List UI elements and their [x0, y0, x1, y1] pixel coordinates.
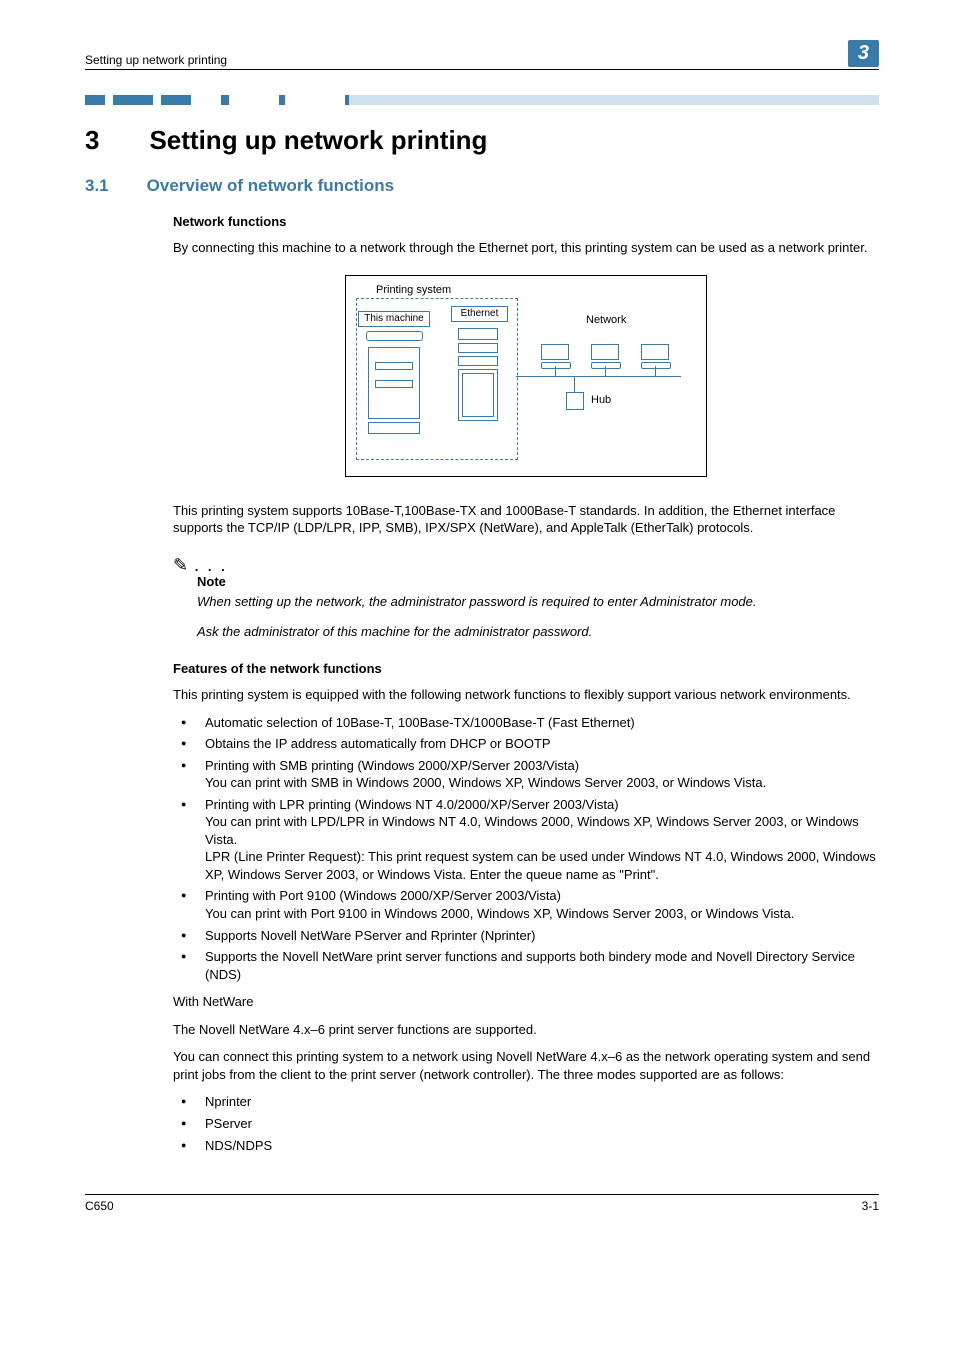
note-line1: When setting up the network, the adminis… [197, 593, 879, 611]
netware-connect: You can connect this printing system to … [173, 1048, 879, 1083]
footer-left: C650 [85, 1199, 114, 1213]
diagram-label-this-machine: This machine [358, 311, 430, 327]
section-number: 3.1 [85, 176, 109, 196]
features-intro: This printing system is equipped with th… [173, 686, 879, 704]
list-item: PServer [173, 1115, 879, 1133]
netware-support: The Novell NetWare 4.x–6 print server fu… [173, 1021, 879, 1039]
list-item: Supports Novell NetWare PServer and Rpri… [173, 927, 879, 945]
chapter-title: 3 Setting up network printing [85, 125, 879, 156]
list-item: Printing with Port 9100 (Windows 2000/XP… [173, 887, 879, 922]
page-footer: C650 3-1 [85, 1194, 879, 1213]
note-dots: . . . [188, 559, 228, 574]
note-block: ✎ . . . Note When setting up the network… [173, 555, 879, 641]
netware-heading: With NetWare [173, 993, 879, 1011]
features-list: Automatic selection of 10Base-T, 100Base… [173, 714, 879, 984]
section-title: 3.1 Overview of network functions [85, 176, 879, 196]
list-item: Obtains the IP address automatically fro… [173, 735, 879, 753]
standards-paragraph: This printing system supports 10Base-T,1… [173, 502, 879, 537]
list-item: Automatic selection of 10Base-T, 100Base… [173, 714, 879, 732]
list-item: Printing with SMB printing (Windows 2000… [173, 757, 879, 792]
features-heading: Features of the network functions [173, 661, 879, 676]
section-title-text: Overview of network functions [147, 176, 395, 196]
diagram-label-ethernet: Ethernet [451, 306, 508, 322]
chapter-title-text: Setting up network printing [149, 125, 487, 156]
server-icon [458, 328, 498, 421]
printer-icon [366, 331, 426, 436]
network-diagram: Printing system This machine Ethernet Ne… [345, 275, 707, 477]
list-item: Nprinter [173, 1093, 879, 1111]
note-label: Note [197, 574, 879, 589]
chapter-number-badge: 3 [848, 40, 879, 67]
diagram-label-hub: Hub [591, 394, 611, 406]
list-item: NDS/NDPS [173, 1137, 879, 1155]
network-functions-intro: By connecting this machine to a network … [173, 239, 879, 257]
page-header: Setting up network printing 3 [85, 40, 879, 70]
note-icon: ✎ [173, 555, 188, 576]
hub-icon [566, 392, 584, 410]
list-item: Printing with LPR printing (Windows NT 4… [173, 796, 879, 884]
diagram-label-printing-system: Printing system [376, 284, 451, 296]
decorative-bars [85, 95, 879, 105]
netware-modes-list: Nprinter PServer NDS/NDPS [173, 1093, 879, 1154]
list-item: Supports the Novell NetWare print server… [173, 948, 879, 983]
note-line2: Ask the administrator of this machine fo… [197, 623, 879, 641]
chapter-number: 3 [85, 125, 99, 156]
network-functions-heading: Network functions [173, 214, 879, 229]
running-head: Setting up network printing [85, 53, 227, 67]
diagram-label-network: Network [586, 314, 626, 326]
footer-right: 3-1 [862, 1199, 879, 1213]
